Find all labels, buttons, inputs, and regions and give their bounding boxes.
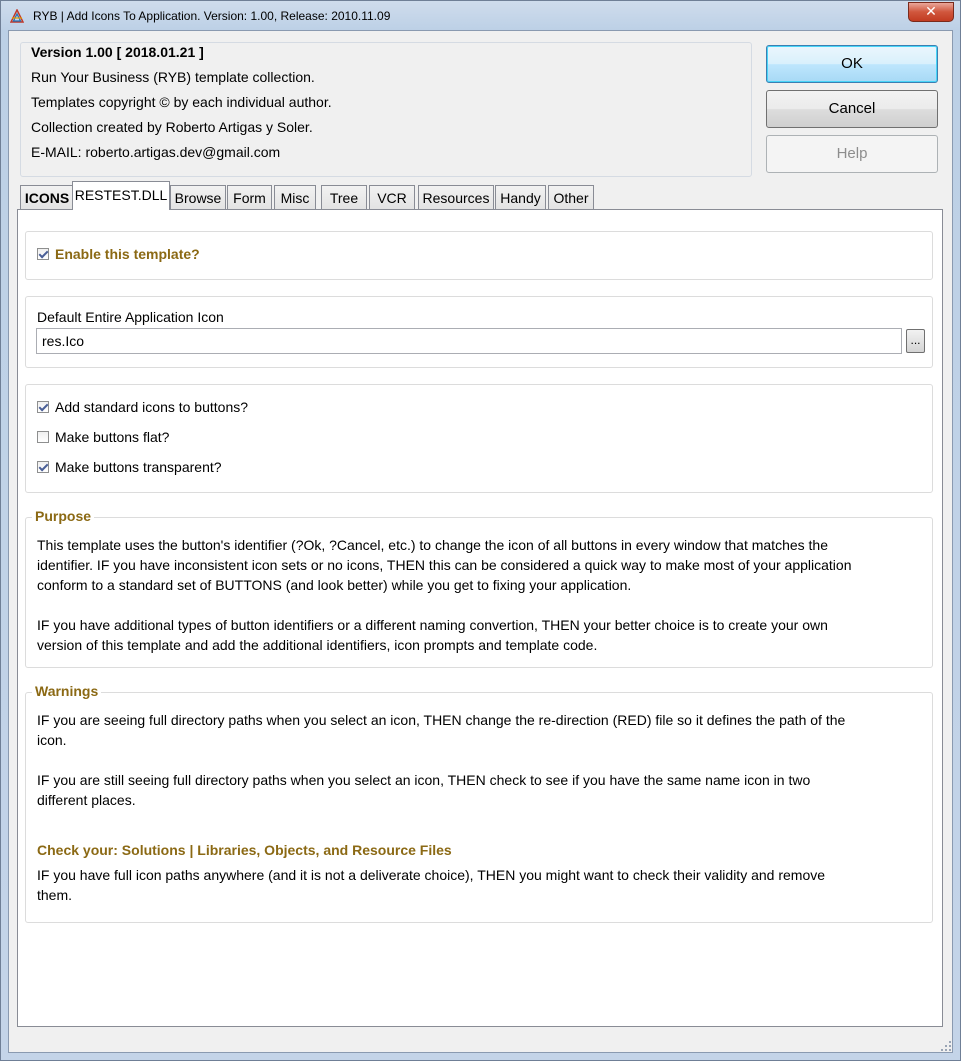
- cancel-button[interactable]: Cancel: [766, 90, 938, 128]
- purpose-text: IF you have additional types of button i…: [37, 617, 828, 633]
- tab-icons[interactable]: ICONS: [20, 185, 74, 209]
- warnings-text: IF you are seeing full directory paths w…: [37, 712, 846, 728]
- close-icon: ✕: [925, 4, 937, 20]
- make-buttons-flat-checkbox[interactable]: [37, 431, 49, 443]
- tab-form[interactable]: Form: [227, 185, 272, 209]
- browse-icon-button[interactable]: ...: [906, 329, 925, 353]
- purpose-text: This template uses the button's identifi…: [37, 537, 828, 553]
- enable-template-checkbox[interactable]: [37, 248, 49, 260]
- make-buttons-flat-label[interactable]: Make buttons flat?: [55, 427, 169, 447]
- help-button[interactable]: Help: [766, 135, 938, 173]
- tab-handy[interactable]: Handy: [495, 185, 546, 209]
- make-buttons-transparent-checkbox[interactable]: [37, 461, 49, 473]
- info-line: Run Your Business (RYB) template collect…: [31, 69, 315, 85]
- window-title: RYB | Add Icons To Application. Version:…: [33, 9, 391, 23]
- info-line: Templates copyright © by each individual…: [31, 94, 332, 110]
- purpose-title: Purpose: [32, 508, 95, 524]
- tab-restest-dll[interactable]: RESTEST.DLL: [72, 181, 170, 210]
- tab-misc[interactable]: Misc: [274, 185, 316, 209]
- email-text: E-MAIL: roberto.artigas.dev@gmail.com: [31, 144, 281, 160]
- make-buttons-transparent-label[interactable]: Make buttons transparent?: [55, 457, 222, 477]
- tab-vcr[interactable]: VCR: [369, 185, 415, 209]
- close-button[interactable]: ✕: [908, 2, 954, 22]
- purpose-text: version of this template and add the add…: [37, 637, 598, 653]
- add-standard-icons-label[interactable]: Add standard icons to buttons?: [55, 397, 248, 417]
- add-standard-icons-checkbox[interactable]: [37, 401, 49, 413]
- warnings-text: them.: [37, 887, 73, 903]
- warnings-text: icon.: [37, 732, 67, 748]
- tab-resources[interactable]: Resources: [418, 185, 494, 209]
- app-logo-icon: [10, 9, 24, 23]
- tab-other[interactable]: Other: [548, 185, 594, 209]
- purpose-text: identifier. IF you have inconsistent ico…: [37, 557, 852, 573]
- title-bar[interactable]: RYB | Add Icons To Application. Version:…: [1, 1, 961, 31]
- enable-template-label[interactable]: Enable this template?: [55, 244, 200, 264]
- resize-grip-icon[interactable]: [940, 1040, 952, 1052]
- ok-button[interactable]: OK: [766, 45, 938, 83]
- tab-browse[interactable]: Browse: [170, 185, 226, 209]
- tab-tree[interactable]: Tree: [321, 185, 367, 209]
- warnings-text: different places.: [37, 792, 136, 808]
- warnings-text: IF you have full icon paths anywhere (an…: [37, 867, 826, 883]
- warnings-title: Warnings: [32, 683, 102, 699]
- info-line: Collection created by Roberto Artigas y …: [31, 119, 313, 135]
- application-icon-input[interactable]: res.Ico: [36, 328, 902, 354]
- application-icon-label: Default Entire Application Icon: [37, 309, 224, 325]
- template-info-box: Version 1.00 [ 2018.01.21 ] Run Your Bus…: [20, 42, 752, 177]
- check-your-heading: Check your: Solutions | Libraries, Objec…: [37, 842, 452, 858]
- warnings-text: IF you are still seeing full directory p…: [37, 772, 811, 788]
- purpose-text: conform to a standard set of BUTTONS (an…: [37, 577, 632, 593]
- version-text: Version 1.00 [ 2018.01.21 ]: [31, 44, 204, 60]
